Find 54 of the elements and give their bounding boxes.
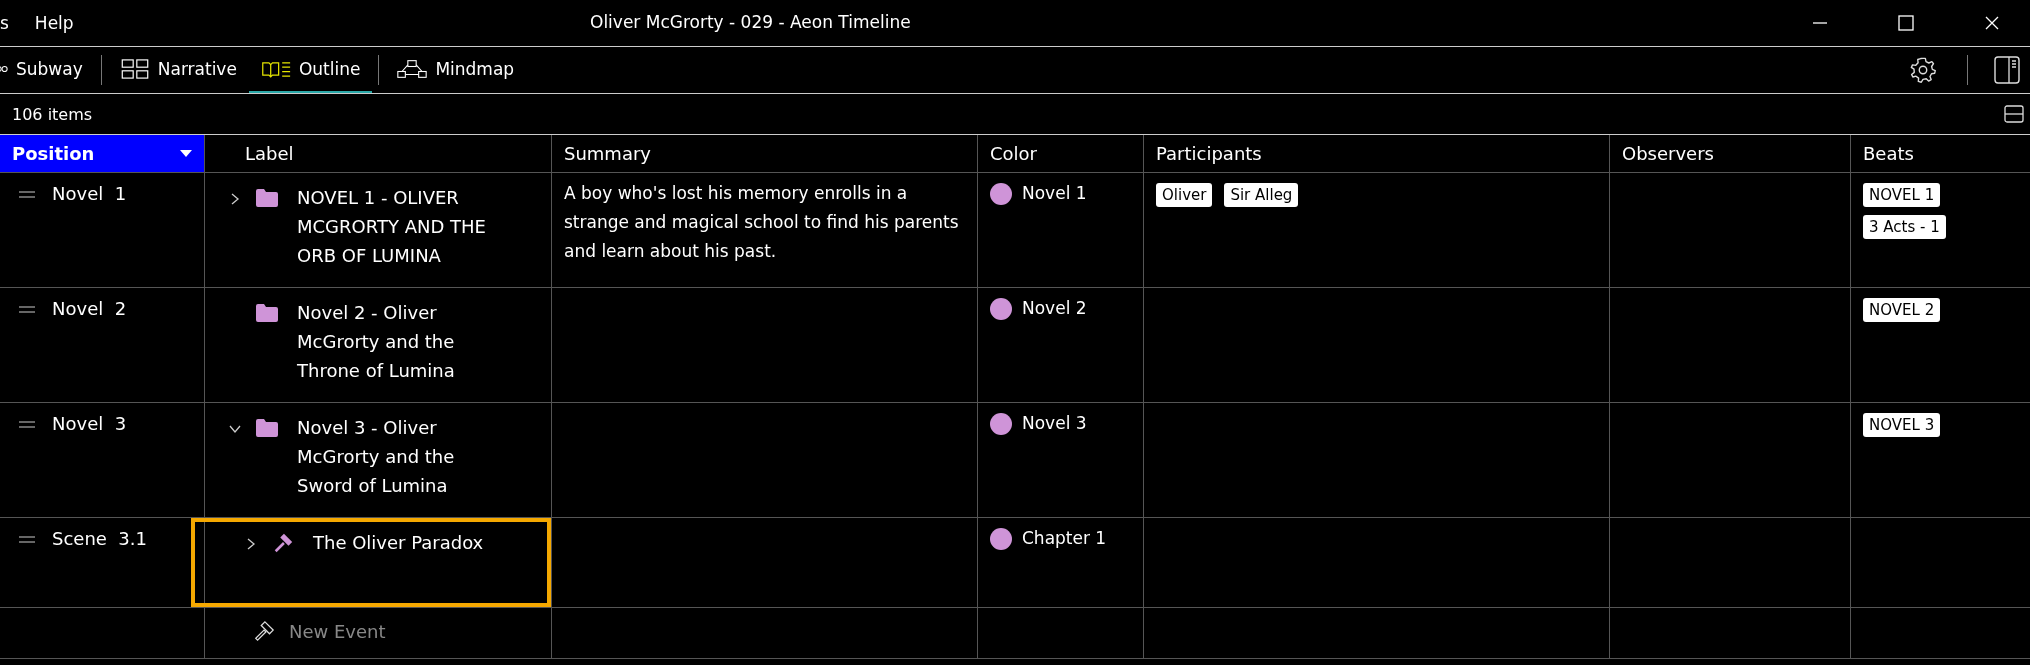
item-count: 106 items	[12, 104, 93, 124]
drag-handle-icon[interactable]	[18, 421, 36, 429]
label-cell[interactable]: The Oliver Paradox	[191, 518, 551, 607]
drag-handle-icon[interactable]	[18, 536, 36, 544]
side-panel-icon[interactable]	[1994, 56, 2020, 84]
new-event-button[interactable]: New Event	[253, 620, 386, 642]
folder-icon	[255, 187, 279, 209]
chevron-down-icon[interactable]	[229, 423, 241, 435]
drag-handle-icon[interactable]	[18, 306, 36, 314]
color-label: Novel 1	[1022, 183, 1087, 203]
window-title: Oliver McGrorty - 029 - Aeon Timeline	[590, 12, 911, 32]
color-label: Novel 3	[1022, 413, 1087, 433]
chevron-right-icon[interactable]	[245, 538, 257, 550]
sort-caret-icon	[180, 149, 192, 158]
summary-text: A boy who's lost his memory enrolls in a strange and magical school to find his parents and learn about his past.	[564, 182, 960, 263]
sorted-column-header[interactable]: Position	[0, 135, 205, 172]
beat-tag[interactable]: NOVEL 3	[1863, 413, 1941, 437]
position-text: Novel 3	[52, 413, 127, 434]
menu-item[interactable]: Help	[34, 13, 74, 33]
column-header[interactable]: Participants	[1144, 135, 1610, 172]
folder-icon	[255, 417, 279, 439]
grid-icon	[119, 59, 150, 79]
color-label: Novel 2	[1022, 298, 1087, 318]
view-tab[interactable]: Mindmap	[385, 47, 527, 93]
column-header[interactable]: Beats	[1851, 135, 2030, 172]
participant-tag[interactable]: Sir Alleg	[1224, 183, 1299, 207]
menu-item[interactable]: s	[0, 13, 9, 33]
drag-handle-icon[interactable]	[18, 191, 36, 199]
view-tab[interactable]: Narrative	[107, 47, 249, 93]
mindmap-icon	[397, 59, 428, 79]
position-text: Scene 3.1	[52, 528, 147, 549]
chevron-right-icon[interactable]	[229, 193, 241, 205]
beat-tag[interactable]: NOVEL 2	[1863, 298, 1941, 322]
view-tab[interactable]: Outline	[248, 47, 373, 93]
position-text: Novel 1	[52, 183, 127, 204]
view-tab[interactable]: Subway	[0, 47, 95, 93]
column-header[interactable]: Color	[978, 135, 1144, 172]
color-label: Chapter 1	[1022, 528, 1107, 548]
beat-tag[interactable]: NOVEL 1	[1863, 183, 1941, 207]
maximize-icon[interactable]	[1896, 13, 1916, 33]
book-list-icon	[260, 59, 291, 79]
position-text: Novel 2	[52, 298, 127, 319]
settings-icon[interactable]	[1909, 56, 1937, 84]
gavel-icon	[253, 620, 275, 642]
column-header[interactable]: Observers	[1610, 135, 1851, 172]
label-cell[interactable]: Novel 3 - Oliver McGrorty and the Sword of Lumina	[205, 403, 551, 517]
beat-tag[interactable]: 3 Acts - 1	[1863, 215, 1946, 239]
folder-icon	[255, 302, 279, 324]
column-header[interactable]: Summary	[552, 135, 978, 172]
split-view-icon[interactable]	[2004, 105, 2024, 123]
label-cell[interactable]: Novel 2 - Oliver McGrorty and the Throne of Lumina	[205, 288, 551, 402]
participant-tag[interactable]: Oliver	[1156, 183, 1213, 207]
column-header[interactable]: Label	[205, 135, 552, 172]
label-cell[interactable]: NOVEL 1 - OLIVER MCGRORTY AND THE ORB OF LUMINA	[205, 173, 551, 287]
